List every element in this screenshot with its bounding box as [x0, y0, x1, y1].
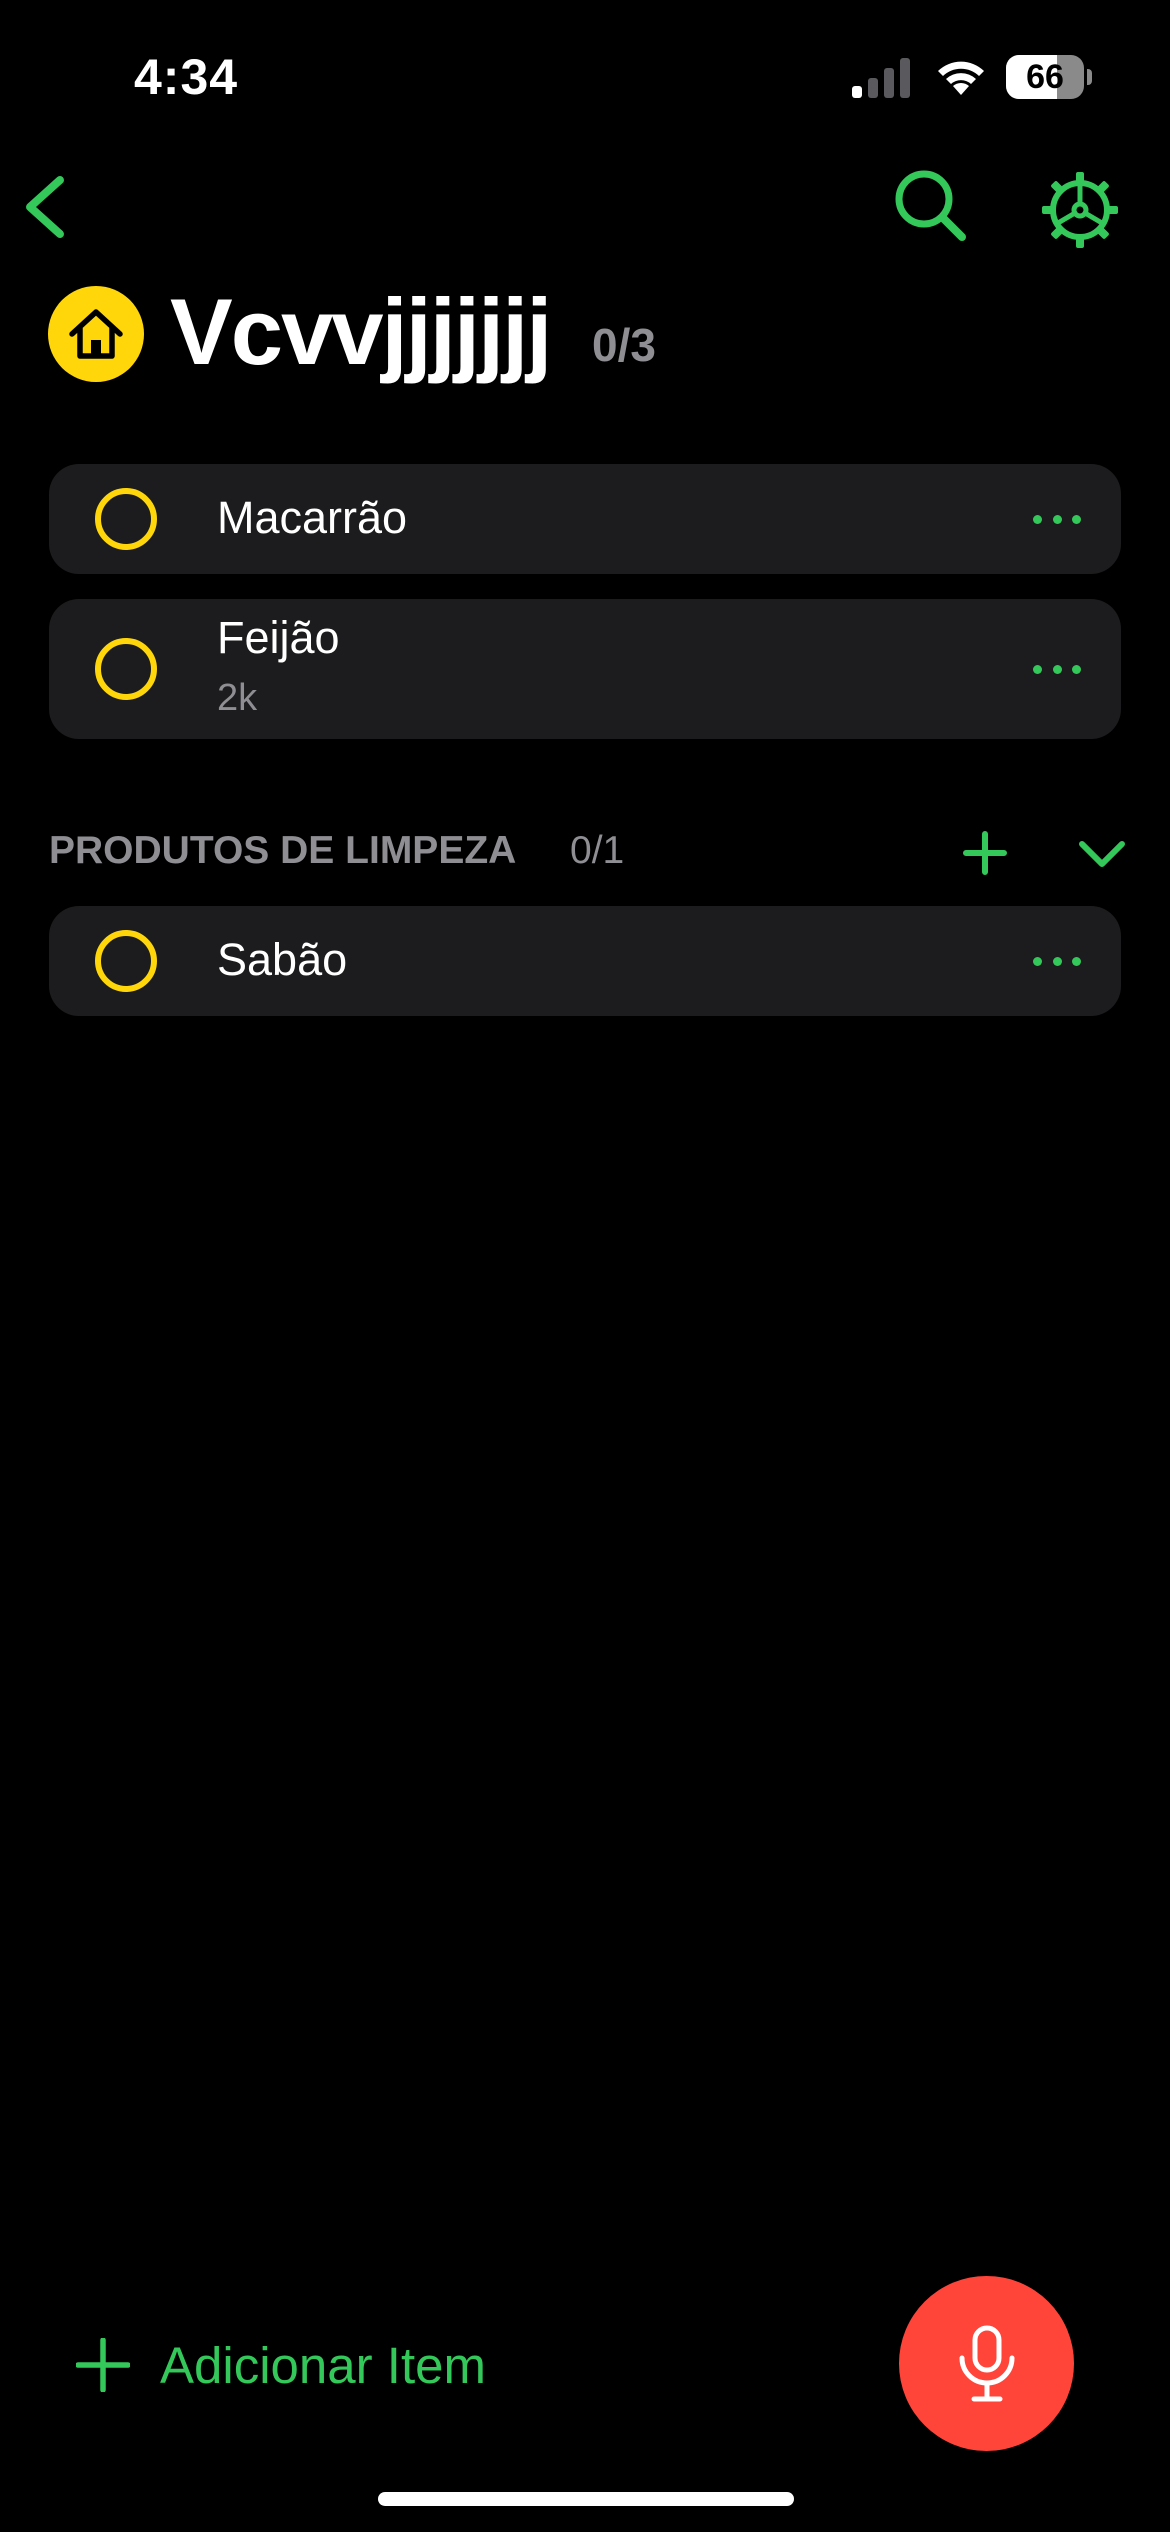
- more-dot: [1052, 956, 1062, 966]
- house-icon: [48, 286, 144, 382]
- item-more-button[interactable]: [1019, 499, 1095, 539]
- battery-level: 66: [1026, 58, 1064, 96]
- list-icon-badge[interactable]: [48, 286, 144, 382]
- item-checkbox[interactable]: [95, 930, 157, 992]
- chevron-left-icon: [26, 176, 64, 238]
- chevron-down-icon: [1079, 841, 1125, 867]
- microphone-icon: [959, 2325, 1014, 2401]
- battery-cap: [1087, 69, 1092, 85]
- status-bar: 4:34 66: [0, 0, 1170, 150]
- item-note: 2k: [217, 677, 258, 719]
- list-item[interactable]: Sabão: [49, 906, 1121, 1016]
- settings-button[interactable]: [1040, 170, 1120, 250]
- section-collapse-button[interactable]: [1076, 832, 1128, 876]
- plus-icon: [76, 2338, 130, 2392]
- list-item[interactable]: Macarrão: [49, 464, 1121, 574]
- item-checkbox[interactable]: [95, 638, 157, 700]
- more-dot: [1052, 664, 1062, 674]
- more-dot: [1033, 664, 1042, 674]
- battery-body: 66: [1006, 55, 1084, 99]
- search-icon: [895, 170, 966, 241]
- section-progress-count: 0/1: [570, 829, 625, 872]
- home-indicator[interactable]: [378, 2492, 794, 2506]
- add-item-button[interactable]: Adicionar Item: [76, 2330, 486, 2400]
- more-dot: [1033, 514, 1042, 524]
- item-name: Sabão: [217, 934, 348, 985]
- back-button[interactable]: [18, 172, 74, 242]
- gear-icon: [1042, 172, 1118, 248]
- more-dot: [1072, 956, 1081, 966]
- status-time: 4:34: [134, 49, 239, 105]
- cellular-signal-icon: [852, 58, 910, 98]
- search-button[interactable]: [890, 165, 970, 245]
- item-checkbox[interactable]: [95, 488, 157, 550]
- section-title[interactable]: PRODUTOS DE LIMPEZA: [49, 829, 516, 873]
- plus-icon: [963, 831, 1007, 875]
- add-item-label: Adicionar Item: [160, 2336, 486, 2394]
- wifi-icon: [938, 61, 984, 95]
- battery-indicator: 66: [1006, 55, 1092, 99]
- list-item[interactable]: Feijão 2k: [49, 599, 1121, 739]
- voice-input-button[interactable]: [899, 2276, 1074, 2451]
- item-more-button[interactable]: [1019, 941, 1095, 981]
- section-add-button[interactable]: [960, 828, 1010, 878]
- more-dot: [1072, 514, 1081, 524]
- item-name: Macarrão: [217, 492, 408, 543]
- list-progress-count: 0/3: [592, 319, 656, 371]
- more-dot: [1033, 956, 1042, 966]
- more-dot: [1072, 664, 1081, 674]
- item-name: Feijão: [217, 612, 340, 663]
- page-title: Vcvvjjjjjjj: [170, 279, 552, 384]
- item-more-button[interactable]: [1019, 649, 1095, 689]
- more-dot: [1052, 514, 1062, 524]
